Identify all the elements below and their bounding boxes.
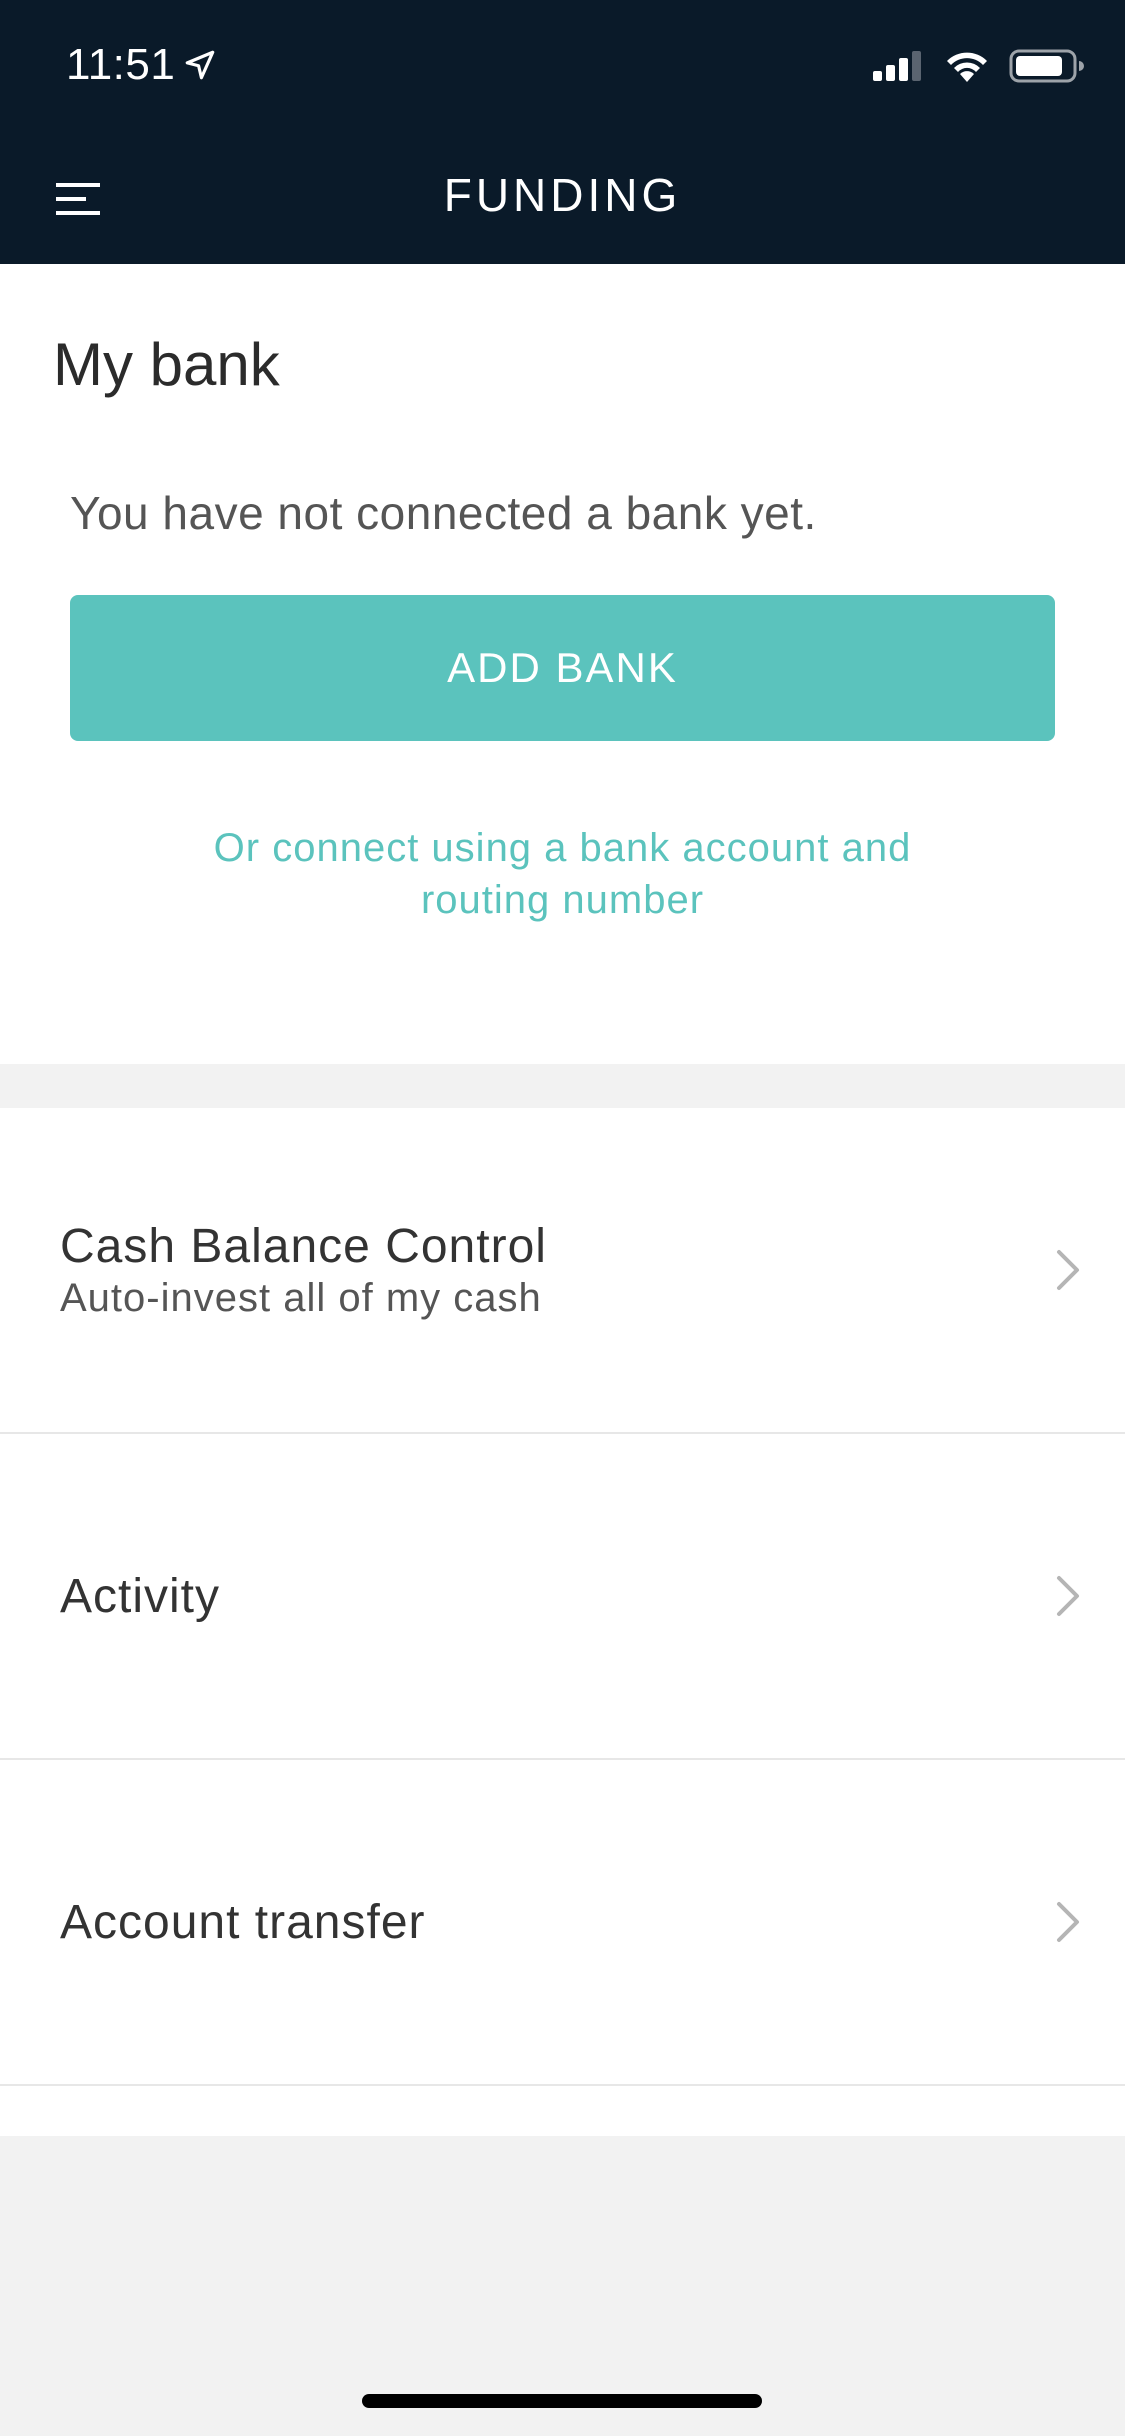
signal-icon [873,51,921,81]
wifi-icon [947,52,987,82]
home-indicator[interactable] [362,2394,762,2408]
list-item-activity[interactable]: Activity [0,1434,1125,1760]
no-bank-message: You have not connected a bank yet. [70,487,817,539]
funding-options-list: Cash Balance Control Auto-invest all of … [0,1108,1125,2136]
list-item-title: Activity [60,1569,221,1623]
battery-icon [1009,49,1084,83]
connect-link-line-2: routing number [420,878,705,922]
list-item-subtitle: Auto-invest all of my cash [60,1276,542,1320]
list-item-title: Account transfer [60,1895,426,1949]
list-item-title: Cash Balance Control [60,1220,547,1273]
chevron-right-icon [1057,1576,1079,1616]
location-arrow-icon [186,50,215,80]
add-bank-button-label: ADD BANK [447,644,678,691]
status-time: 11:51 [66,40,217,90]
my-bank-section: My bank You have not connected a bank ye… [0,264,1125,1064]
list-item-cash-balance-control[interactable]: Cash Balance Control Auto-invest all of … [0,1108,1125,1434]
page-title: FUNDING [443,169,682,221]
chevron-right-icon [1057,1902,1079,1942]
status-time-text: 11:51 [66,40,176,89]
list-footer-spacer [0,2086,1125,2136]
status-icons [871,48,1085,84]
app-header: 11:51 FUNDING [0,0,1125,264]
chevron-right-icon [1057,1250,1079,1290]
add-bank-button[interactable]: ADD BANK [70,595,1055,741]
section-heading: My bank [53,331,280,398]
list-item-account-transfer[interactable]: Account transfer [0,1760,1125,2086]
connect-link-line-1: Or connect using a bank account and [213,826,912,870]
connect-with-routing-link[interactable]: Or connect using a bank account and rout… [0,822,1125,926]
